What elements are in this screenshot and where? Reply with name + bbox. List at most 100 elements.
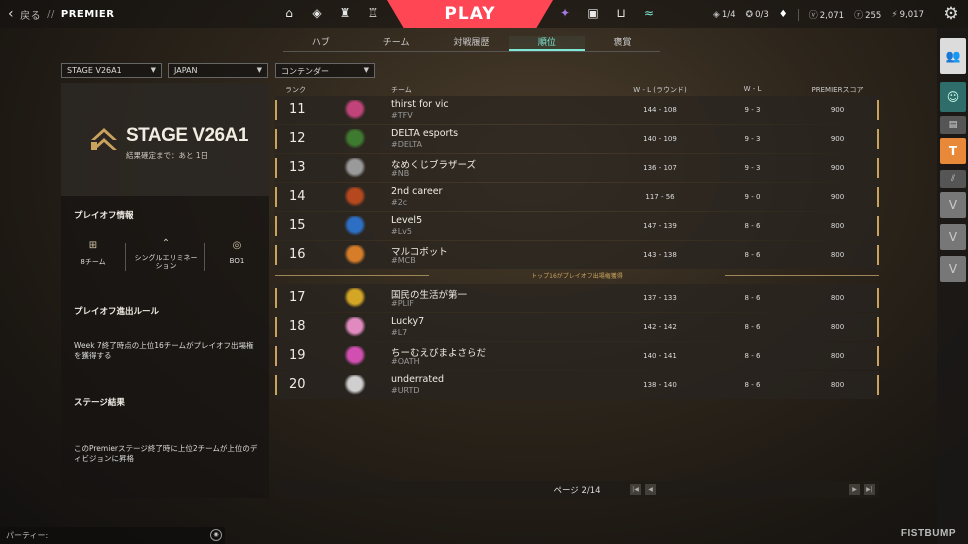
playoff-cutline: トップ16がプレイオフ出場権獲得 [275, 271, 879, 280]
team-logo-icon [344, 129, 366, 149]
stage-logo-icon [91, 128, 117, 150]
currency-bar: ◈ 1/4 ✪ 0/3 ♦ ⓥ 2,071 ⓡ 255 ⚡ 9,017 [713, 8, 924, 21]
stage-select-value: STAGE V26A1 [67, 66, 122, 75]
valorant-icon[interactable]: ⫽ [940, 170, 966, 188]
party-chat-input[interactable]: パーティー: ◉ [0, 527, 225, 544]
collection-icon[interactable]: ♖ [365, 5, 381, 21]
wl: 9 - 0 [744, 193, 761, 201]
team-tag: #NB [391, 169, 410, 178]
wl-rounds: 117 - 56 [645, 193, 675, 201]
team-icon[interactable]: T [940, 138, 966, 164]
table-row[interactable]: 12 DELTA esports #DELTA 140 - 109 9 - 3 900 [275, 125, 879, 153]
breadcrumb-separator: // [47, 8, 55, 20]
premier-score: 900 [830, 164, 845, 172]
stage-title: STAGE V26A1 [126, 125, 248, 146]
cart-icon[interactable]: ⊔ [613, 5, 629, 21]
team-logo-icon [344, 158, 366, 178]
team-logo-icon [344, 288, 366, 308]
premier-icon[interactable]: ≈ [641, 5, 657, 21]
stage-result-title: ステージ結果 [74, 398, 125, 408]
region-select-value: JAPAN [174, 66, 198, 75]
team-logo-icon [344, 100, 366, 120]
home-icon[interactable]: ⌂ [281, 5, 297, 21]
friend-slot-icon[interactable]: V [940, 192, 966, 218]
mic-icon[interactable]: ◉ [210, 529, 222, 541]
chevron-left-icon: ‹ [8, 6, 15, 22]
team-logo-icon [344, 375, 366, 395]
rank: 17 [289, 290, 306, 305]
nav-icons-right: ✦ ▣ ⊔ ≈ [557, 5, 657, 21]
team-tag: #Lv5 [391, 227, 412, 236]
agents-icon[interactable]: ♜ [337, 5, 353, 21]
table-row[interactable]: 11 thirst for vic #TFV 144 - 108 9 - 3 900 [275, 96, 879, 124]
tab-match-history[interactable]: 対戦履歴 [434, 36, 509, 51]
premier-score: 800 [830, 381, 845, 389]
team-name: thirst for vic [391, 99, 449, 110]
table-row[interactable]: 13 なめくじブラザーズ #NB 136 - 107 9 - 3 900 [275, 154, 879, 182]
wl-rounds: 138 - 140 [643, 381, 677, 389]
notification-icon[interactable]: ▤ [940, 116, 966, 134]
division-select[interactable]: コンテンダー ▼ [275, 63, 375, 78]
table-row[interactable]: 17 国民の生活が第一 #PLIF 137 - 133 8 - 6 800 [275, 284, 879, 312]
team-tag: #OATH [391, 357, 420, 366]
last-page-button[interactable]: ▶| [864, 484, 875, 495]
daily-tickets: ✪ 0/3 [745, 9, 769, 20]
party-label: パーティー: [6, 531, 49, 540]
wl: 9 - 3 [744, 164, 761, 172]
wl: 8 - 6 [744, 251, 761, 259]
friend-slot-icon[interactable]: V [940, 224, 966, 250]
wl-rounds: 142 - 142 [643, 323, 677, 331]
table-row[interactable]: 18 Lucky7 #L7 142 - 142 8 - 6 800 [275, 313, 879, 341]
cutline-right [725, 275, 879, 276]
region-select[interactable]: JAPAN ▼ [168, 63, 268, 78]
wl-rounds: 140 - 109 [643, 135, 677, 143]
back-label: 戻る [20, 10, 42, 22]
table-row[interactable]: 20 underrated #URTD 138 - 140 8 - 6 800 [275, 371, 879, 399]
header-wl: W - L [743, 85, 762, 93]
single-elim-icon: ⌃ [161, 238, 171, 249]
team-tag: #URTD [391, 386, 420, 395]
table-row[interactable]: 14 2nd career #2c 117 - 56 9 - 0 900 [275, 183, 879, 211]
playoff-info-title: プレイオフ情報 [74, 211, 134, 221]
table-row[interactable]: 19 ちーむえびまよさらだ #OATH 140 - 141 8 - 6 800 [275, 342, 879, 370]
ticket-icon: ✪ [745, 9, 754, 20]
tab-hub[interactable]: ハブ [283, 36, 358, 51]
friends-icon[interactable]: 👥 [940, 38, 966, 74]
chevron-down-icon: ▼ [150, 66, 156, 74]
header-score: PREMIERスコア [811, 86, 864, 94]
wl: 8 - 6 [744, 352, 761, 360]
tab-rewards[interactable]: 褒賞 [585, 36, 660, 51]
store-icon[interactable]: ▣ [585, 5, 601, 21]
career-icon[interactable]: ◈ [309, 5, 325, 21]
friend-slot-icon[interactable]: V [940, 256, 966, 282]
radianite-card-icon[interactable]: ♦ [779, 9, 788, 20]
wl-rounds: 136 - 107 [643, 164, 677, 172]
battlepass-icon[interactable]: ✦ [557, 5, 573, 21]
stage-select[interactable]: STAGE V26A1 ▼ [61, 63, 162, 78]
premier-score: 900 [830, 106, 845, 114]
table-row[interactable]: 16 マルコボット #MCB 143 - 138 8 - 6 800 [275, 241, 879, 269]
brand-logo: FISTBUMP [900, 528, 956, 539]
radianite: ⓡ 255 [854, 11, 882, 21]
pagination: |◀ ◀ ページ 2/14 ▶ ▶| [275, 481, 879, 498]
kingdom-credits-icon: ◈ [712, 9, 720, 20]
table-row[interactable]: 15 Level5 #Lv5 147 - 139 8 - 6 800 [275, 212, 879, 240]
rank: 19 [289, 348, 306, 363]
chevron-down-icon: ▼ [256, 66, 262, 74]
tab-team[interactable]: チーム [358, 36, 433, 51]
gear-icon[interactable]: ⚙ [941, 4, 961, 24]
division-select-value: コンテンダー [281, 67, 329, 76]
back-button[interactable]: ‹ 戻る // PREMIER [8, 6, 114, 22]
team-name: 2nd career [391, 186, 443, 197]
kp-icon: ⚡ [891, 9, 898, 20]
playoff-rule-title: プレイオフ進出ルール [74, 307, 160, 317]
playoff-bo: ◎ BO1 [217, 240, 257, 265]
premier-tabs: ハブ チーム 対戦履歴 順位 褒賞 [283, 36, 660, 52]
stage-header: STAGE V26A1 結果確定まで：あと 1日 [61, 83, 269, 196]
team-name: underrated [391, 374, 444, 385]
tab-standings[interactable]: 順位 [509, 36, 585, 51]
next-page-button[interactable]: ▶ [849, 484, 860, 495]
player-avatar[interactable]: ☺ [940, 82, 966, 112]
play-button[interactable]: PLAY [387, 0, 553, 28]
header-wl-rounds: W - L (ラウンド) [633, 86, 687, 94]
